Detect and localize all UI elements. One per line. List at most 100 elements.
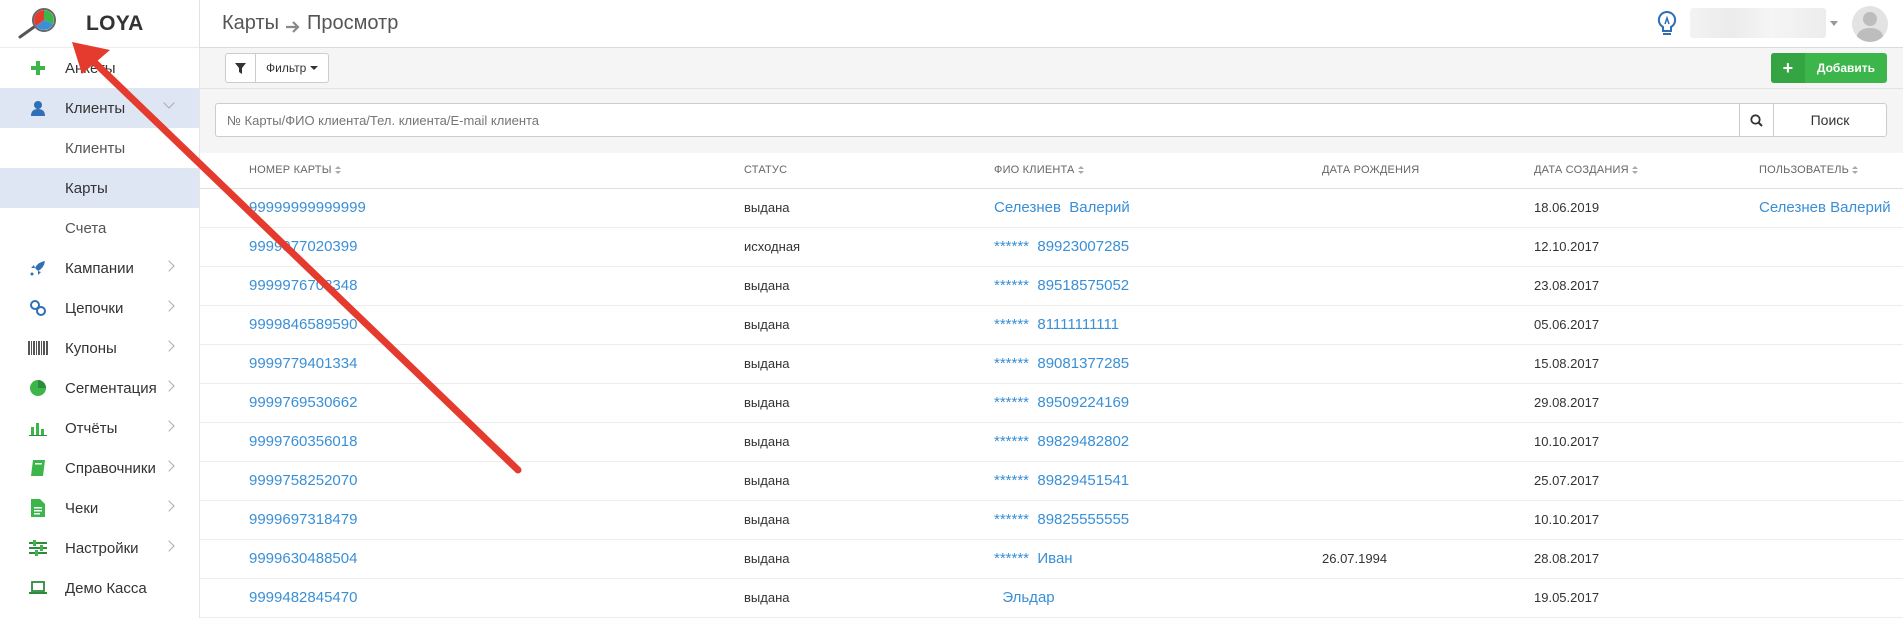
sidebar-subitem-clients[interactable]: Клиенты	[0, 128, 199, 168]
user-link[interactable]	[1759, 305, 1903, 345]
table-row[interactable]: 9999758252070 выдана ****** 89829451541 25.…	[200, 461, 1903, 501]
table-row[interactable]: 99999999999999 выдана Селезнев Валерий 18.0…	[200, 188, 1903, 228]
sidebar-item-label: Кампании	[65, 259, 134, 277]
status-link[interactable]: выдана	[744, 500, 994, 540]
client-name-link[interactable]: Эльдар	[994, 578, 1322, 618]
user-link[interactable]	[1759, 422, 1903, 462]
table-row[interactable]: 9999760356018 выдана ****** 89829482802 10.…	[200, 422, 1903, 462]
caret-down-icon	[310, 66, 319, 70]
sort-icon	[1631, 166, 1638, 175]
avatar[interactable]	[1852, 6, 1888, 42]
column-header-client-name[interactable]: ФИО клиента	[994, 153, 1322, 189]
sidebar-subitem-accounts[interactable]: Счета	[0, 208, 199, 248]
column-header-created-date[interactable]: Дата создания	[1534, 153, 1759, 189]
client-name-link[interactable]: ****** Иван	[994, 539, 1322, 579]
search-button[interactable]: Поиск	[1773, 103, 1887, 137]
client-name-link[interactable]: ****** 89509224169	[994, 383, 1322, 423]
status-link[interactable]: выдана	[744, 539, 994, 579]
card-number-link[interactable]: 9999760356018	[200, 422, 744, 462]
user-link[interactable]	[1759, 539, 1903, 579]
client-name-link[interactable]: ****** 89081377285	[994, 344, 1322, 384]
chevron-down-icon[interactable]	[1830, 21, 1838, 26]
sidebar-item-label: Настройки	[65, 539, 139, 557]
sidebar-item-campaigns[interactable]: Кампании	[0, 248, 199, 288]
sidebar-item-references[interactable]: Справочники	[0, 448, 199, 488]
status-link[interactable]: выдана	[744, 266, 994, 306]
user-link[interactable]	[1759, 461, 1903, 501]
pie-chart-icon	[28, 378, 48, 398]
table-row[interactable]: 9999482845470 выдана Эльдар 19.05.2017	[200, 578, 1903, 618]
created-date: 05.06.2017	[1534, 305, 1759, 345]
user-link[interactable]	[1759, 500, 1903, 540]
sidebar-item-coupons[interactable]: Купоны	[0, 328, 199, 368]
table-row[interactable]: 9999977020399 исходная ****** 89923007285 1…	[200, 227, 1903, 267]
status-link[interactable]: выдана	[744, 305, 994, 345]
user-link[interactable]	[1759, 266, 1903, 306]
lightbulb-icon[interactable]	[1657, 10, 1677, 38]
status-link[interactable]: выдана	[744, 422, 994, 462]
sidebar-item-demo-cashier[interactable]: Демо Касса	[0, 568, 199, 608]
filter-icon[interactable]	[226, 54, 256, 82]
user-link[interactable]	[1759, 383, 1903, 423]
status-link[interactable]: исходная	[744, 227, 994, 267]
user-link[interactable]	[1759, 227, 1903, 267]
sidebar-item-ankety[interactable]: Анкеты	[0, 48, 199, 88]
table-row[interactable]: 9999697318479 выдана ****** 89825555555 10.…	[200, 500, 1903, 540]
sidebar-item-reports[interactable]: Отчёты	[0, 408, 199, 448]
sidebar-subitem-cards[interactable]: Карты	[0, 168, 199, 208]
client-name-link[interactable]: ****** 89923007285	[994, 227, 1322, 267]
status-link[interactable]: выдана	[744, 383, 994, 423]
client-name-link[interactable]: ****** 81111111111	[994, 305, 1322, 345]
sidebar-item-settings[interactable]: Настройки	[0, 528, 199, 568]
card-number-link[interactable]: 99999999999999	[200, 188, 744, 228]
user-link[interactable]	[1759, 578, 1903, 618]
sidebar-item-clients[interactable]: Клиенты	[0, 88, 199, 128]
card-number-link[interactable]: 9999976708348	[200, 266, 744, 306]
status-link[interactable]: выдана	[744, 461, 994, 501]
chevron-right-icon	[163, 340, 175, 352]
birth-date	[1322, 422, 1534, 462]
table-row[interactable]: 9999779401334 выдана ****** 89081377285 15.…	[200, 344, 1903, 384]
birth-date	[1322, 188, 1534, 228]
chevron-right-icon	[163, 300, 175, 312]
column-header-birth-date: Дата рождения	[1322, 153, 1534, 189]
card-number-link[interactable]: 9999769530662	[200, 383, 744, 423]
status-link[interactable]: выдана	[744, 344, 994, 384]
client-name-link[interactable]: ****** 89518575052	[994, 266, 1322, 306]
table-row[interactable]: 9999846589590 выдана ****** 81111111111 05.…	[200, 305, 1903, 345]
card-number-link[interactable]: 9999482845470	[200, 578, 744, 618]
status-link[interactable]: выдана	[744, 188, 994, 228]
arrow-right-icon	[285, 17, 301, 33]
top-header: Карты Просмотр	[200, 0, 1903, 48]
card-number-link[interactable]: 9999697318479	[200, 500, 744, 540]
client-name-link[interactable]: ****** 89829482802	[994, 422, 1322, 462]
card-number-link[interactable]: 9999977020399	[200, 227, 744, 267]
table-row[interactable]: 9999630488504 выдана ****** Иван 26.07.1994…	[200, 539, 1903, 579]
user-link[interactable]	[1759, 344, 1903, 384]
search-input[interactable]	[215, 103, 1740, 137]
magnifier-logo-icon	[16, 7, 58, 41]
card-number-link[interactable]: 9999779401334	[200, 344, 744, 384]
breadcrumb-parent[interactable]: Карты	[222, 12, 279, 35]
sidebar-item-segmentation[interactable]: Сегментация	[0, 368, 199, 408]
filter-dropdown[interactable]: Фильтр	[225, 53, 330, 83]
sidebar-item-chains[interactable]: Цепочки	[0, 288, 199, 328]
sidebar-item-receipts[interactable]: Чеки	[0, 488, 199, 528]
card-number-link[interactable]: 9999630488504	[200, 539, 744, 579]
table-row[interactable]: 9999976708348 выдана ****** 89518575052 23.…	[200, 266, 1903, 306]
card-number-link[interactable]: 9999758252070	[200, 461, 744, 501]
user-name-blurred[interactable]	[1690, 8, 1826, 38]
column-header-card-number[interactable]: Номер карты	[200, 153, 744, 189]
client-name-link[interactable]: Селезнев Валерий	[994, 188, 1322, 228]
add-button[interactable]: + Добавить	[1770, 53, 1887, 83]
client-name-link[interactable]: ****** 89829451541	[994, 461, 1322, 501]
filter-button[interactable]: Фильтр	[256, 54, 328, 82]
search-icon[interactable]	[1740, 103, 1774, 137]
table-row[interactable]: 9999769530662 выдана ****** 89509224169 29.…	[200, 383, 1903, 423]
client-name-link[interactable]: ****** 89825555555	[994, 500, 1322, 540]
user-link[interactable]: Селезнев Валерий	[1759, 188, 1903, 228]
column-header-user[interactable]: Пользователь	[1759, 153, 1903, 189]
card-number-link[interactable]: 9999846589590	[200, 305, 744, 345]
logo[interactable]: LOYA	[0, 0, 199, 48]
status-link[interactable]: выдана	[744, 578, 994, 618]
